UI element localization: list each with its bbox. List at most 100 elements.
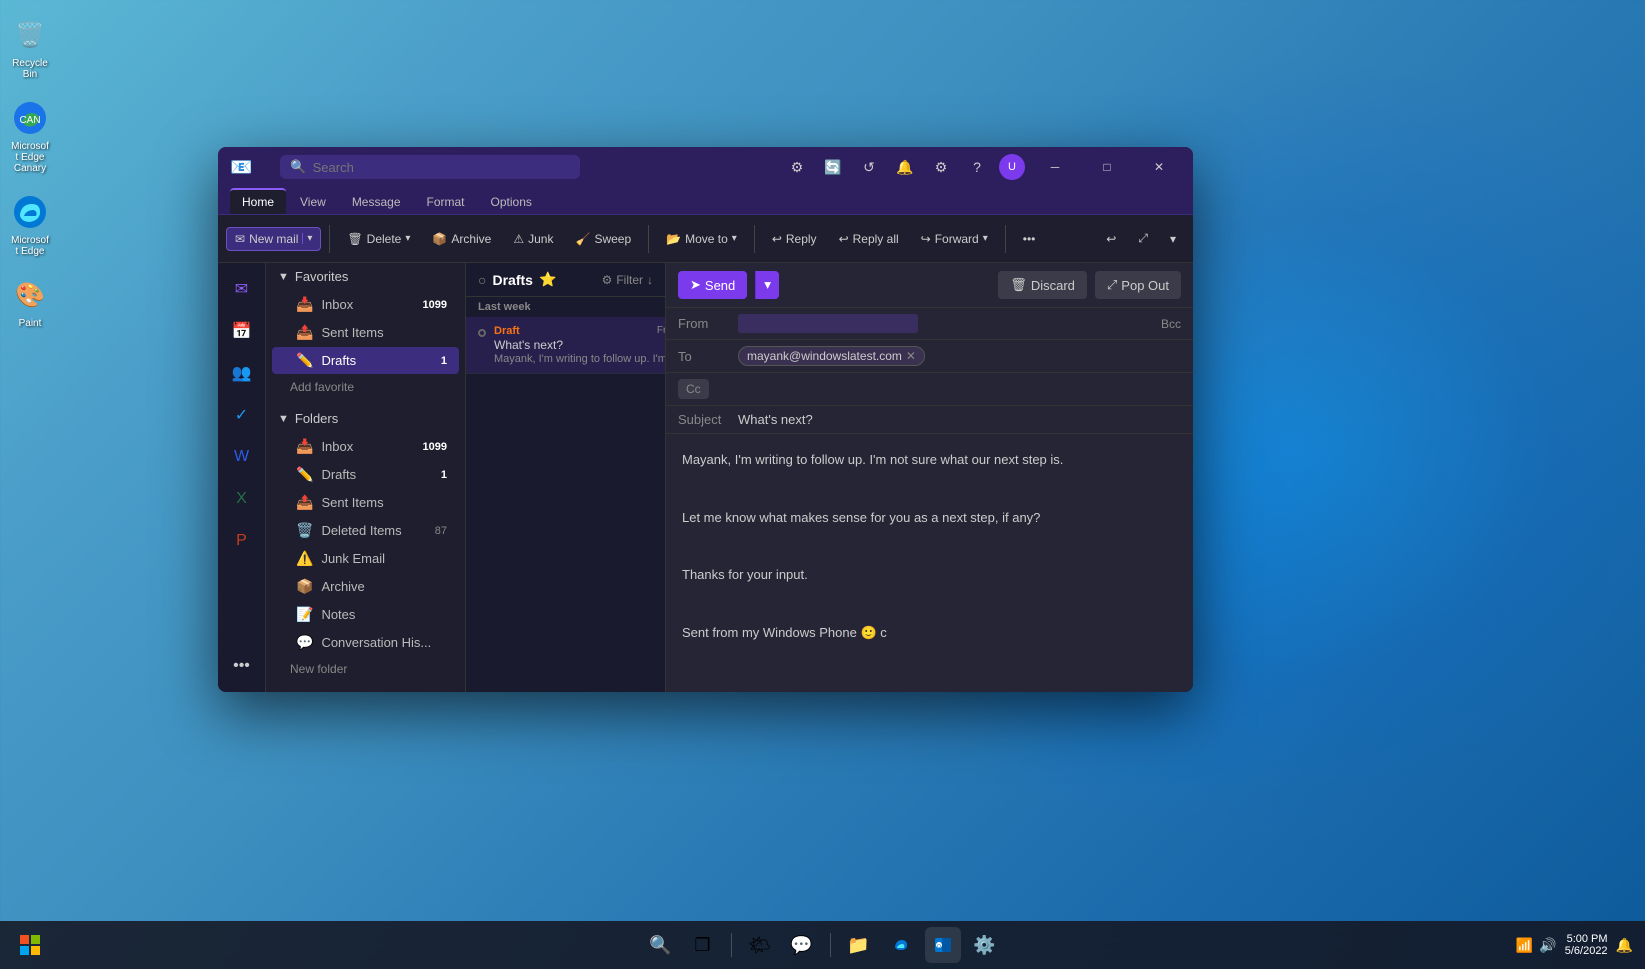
email-list: ○ Drafts ⭐ ⚙ Filter ↓ Last week Draft Fr…	[466, 263, 666, 692]
reply-all-button[interactable]: ↩ Reply all	[830, 227, 908, 251]
sidebar-item-inbox-folder[interactable]: 📥 Inbox 1099	[272, 433, 459, 460]
sidebar-item-inbox-favorite[interactable]: 📥 Inbox 1099	[272, 291, 459, 318]
ribbon-tabs: Home View Message Format Options	[218, 187, 1193, 215]
separator-4	[1005, 225, 1006, 253]
body-line-4	[682, 536, 1177, 557]
nav-word-icon[interactable]: W	[224, 439, 260, 475]
cc-button[interactable]: Cc	[678, 379, 709, 399]
bell-icon[interactable]: 🔔	[891, 153, 919, 181]
sidebar-item-sent-folder[interactable]: 📤 Sent Items	[272, 489, 459, 516]
new-mail-dropdown-icon[interactable]: ▾	[302, 233, 312, 244]
nav-calendar-icon[interactable]: 📅	[224, 313, 260, 349]
tab-view[interactable]: View	[288, 190, 338, 214]
send-button[interactable]: ➤ Send	[678, 271, 747, 299]
favorites-section-header[interactable]: ▼ Favorites	[266, 263, 465, 290]
body-line-2	[682, 479, 1177, 500]
new-mail-button[interactable]: ✉ New mail ▾	[226, 227, 321, 251]
email-item-1[interactable]: Draft Fri 5/6 What's next? Mayank, I'm w…	[466, 317, 665, 374]
email-list-title: ○ Drafts ⭐	[478, 271, 556, 288]
send-dropdown-button[interactable]: ▾	[755, 271, 779, 299]
taskbar-edge-icon[interactable]	[883, 927, 919, 963]
taskbar-task-view-icon[interactable]: ❐	[685, 927, 721, 963]
reply-button[interactable]: ↩ Reply	[763, 227, 826, 251]
move-to-button[interactable]: 📂 Move to ▾	[657, 227, 746, 251]
tab-options[interactable]: Options	[479, 190, 544, 214]
paint-desktop-icon[interactable]: 🎨 Paint	[5, 270, 55, 334]
to-field: To mayank@windowslatest.com ✕	[666, 340, 1193, 373]
discard-button[interactable]: 🗑 Discard	[998, 271, 1087, 299]
junk-button[interactable]: ⚠ Junk	[504, 227, 562, 251]
forward-dropdown-icon[interactable]: ▾	[983, 233, 988, 244]
close-button[interactable]: ✕	[1137, 151, 1181, 183]
sidebar-item-archive-folder[interactable]: 📦 Archive	[272, 573, 459, 600]
sidebar-item-conversation-history[interactable]: 💬 Conversation His...	[272, 629, 459, 656]
search-input[interactable]	[313, 160, 571, 175]
taskbar-outlook-icon[interactable]: O	[925, 927, 961, 963]
settings-icon[interactable]: ⚙	[783, 153, 811, 181]
network-icon[interactable]: 📶	[1516, 937, 1533, 954]
pop-out-button[interactable]: ⤢	[1129, 226, 1157, 251]
nav-tasks-icon[interactable]: ✓	[224, 397, 260, 433]
to-recipient-chip[interactable]: mayank@windowslatest.com ✕	[738, 346, 925, 366]
filter-button[interactable]: ⚙ Filter ↓	[602, 273, 653, 287]
undo-button[interactable]: ↩	[1097, 226, 1125, 251]
maximize-button[interactable]: □	[1085, 151, 1129, 183]
tab-format[interactable]: Format	[415, 190, 477, 214]
delete-dropdown-icon[interactable]: ▾	[405, 233, 410, 244]
edge-canary-icon[interactable]: CAN Microsoft Edge Canary	[5, 93, 55, 179]
nav-people-icon[interactable]: 👥	[224, 355, 260, 391]
delete-button[interactable]: 🗑 Delete ▾	[338, 227, 419, 251]
notification-icon[interactable]: 🔔	[1616, 937, 1633, 954]
sync-icon[interactable]: 🔄	[819, 153, 847, 181]
remove-recipient-icon[interactable]: ✕	[906, 349, 916, 363]
forward-button[interactable]: ↪ Forward ▾	[912, 227, 997, 251]
volume-icon[interactable]: 🔊	[1539, 937, 1556, 954]
help-icon[interactable]: ?	[963, 153, 991, 181]
sidebar-item-junk-email[interactable]: ⚠️ Junk Email	[272, 545, 459, 572]
sidebar-item-drafts-folder[interactable]: ✏️ Drafts 1	[272, 461, 459, 488]
account-icon[interactable]: U	[999, 154, 1025, 180]
groups-section-header[interactable]: ▼ Groups	[266, 687, 465, 692]
archive-button[interactable]: 📦 Archive	[423, 227, 500, 251]
nav-mail-icon[interactable]: ✉	[224, 271, 260, 307]
drafts-star-icon[interactable]: ⭐	[539, 271, 556, 288]
folders-collapse-icon: ▼	[278, 413, 289, 425]
back-icon[interactable]: ↺	[855, 153, 883, 181]
add-favorite-link[interactable]: Add favorite	[266, 375, 465, 399]
svg-text:O: O	[937, 944, 941, 950]
sidebar-item-notes[interactable]: 📝 Notes	[272, 601, 459, 628]
folders-section-header[interactable]: ▼ Folders	[266, 405, 465, 432]
taskbar-widgets-icon[interactable]: 🌤	[742, 927, 778, 963]
tab-message[interactable]: Message	[340, 190, 413, 214]
taskbar-chat-icon[interactable]: 💬	[784, 927, 820, 963]
pop-out-button[interactable]: ⤢ Pop Out	[1095, 271, 1181, 299]
taskbar-clock[interactable]: 5:00 PM 5/6/2022	[1565, 933, 1608, 957]
gear-icon[interactable]: ⚙	[927, 153, 955, 181]
taskbar-settings-icon[interactable]: ⚙️	[967, 927, 1003, 963]
nav-excel-icon[interactable]: X	[224, 481, 260, 517]
minimize-button[interactable]: ─	[1033, 151, 1077, 183]
from-input[interactable]	[738, 314, 918, 333]
taskbar-file-explorer-icon[interactable]: 📁	[841, 927, 877, 963]
title-search-box[interactable]: 🔍	[280, 155, 580, 179]
tab-home[interactable]: Home	[230, 188, 286, 214]
sidebar-item-drafts-favorite[interactable]: ✏️ Drafts 1	[272, 347, 459, 374]
nav-more-icon[interactable]: •••	[224, 648, 260, 684]
more-actions-button[interactable]: •••	[1014, 227, 1045, 251]
sidebar-item-deleted-items[interactable]: 🗑️ Deleted Items 87	[272, 517, 459, 544]
nav-powerpoint-icon[interactable]: P	[224, 523, 260, 559]
move-to-dropdown-icon[interactable]: ▾	[732, 233, 737, 244]
bcc-button[interactable]: Bcc	[1161, 317, 1181, 331]
taskbar-search-icon[interactable]: 🔍	[643, 927, 679, 963]
email-sender: Draft	[494, 325, 520, 337]
sidebar-item-sent-favorite[interactable]: 📤 Sent Items	[272, 319, 459, 346]
expand-icon[interactable]: ▾	[1161, 226, 1185, 251]
new-folder-link[interactable]: New folder	[266, 657, 465, 681]
start-button[interactable]	[12, 927, 48, 963]
separator-3	[754, 225, 755, 253]
subject-input[interactable]	[738, 412, 1181, 427]
sweep-button[interactable]: 🧹 Sweep	[566, 227, 640, 251]
microsoft-edge-desktop-icon[interactable]: Microsoft Edge	[5, 187, 55, 262]
recycle-bin-icon[interactable]: 🗑️ Recycle Bin	[5, 10, 55, 85]
compose-body[interactable]: Mayank, I'm writing to follow up. I'm no…	[666, 434, 1193, 692]
